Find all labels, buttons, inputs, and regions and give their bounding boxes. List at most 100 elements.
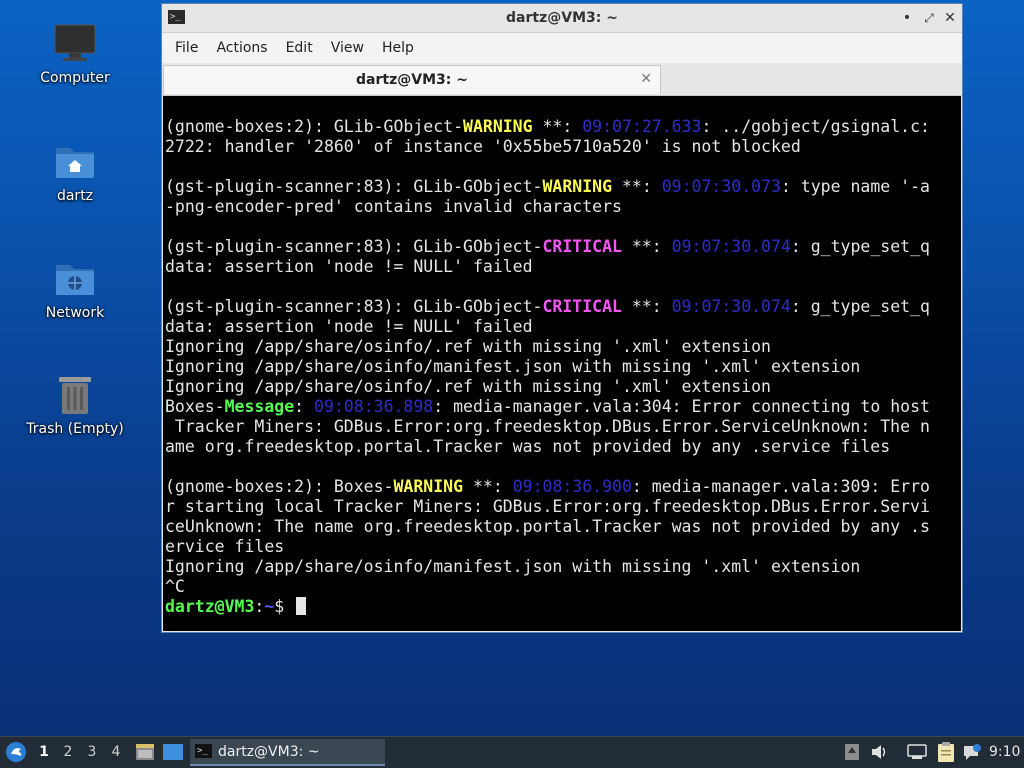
terminal-text: **: (621, 297, 672, 316)
terminal-text: (gst-plugin-scanner:83): GLib-GObject- (165, 237, 543, 256)
close-button[interactable]: ✕ (941, 9, 959, 27)
terminal-line: ceUnknown: The name org.freedesktop.port… (165, 517, 961, 537)
terminal-text: 2722: handler '2860' of instance '0x55be… (165, 137, 801, 156)
terminal-line: data: assertion 'node != NULL' failed (165, 317, 961, 337)
tab-bar: dartz@VM3: ~ ✕ (162, 63, 962, 96)
workspace-2[interactable]: 2 (60, 744, 76, 760)
trash-icon (53, 373, 97, 417)
prompt-symbol: $ (274, 597, 295, 616)
updates-icon[interactable] (844, 743, 860, 765)
terminal-ts-text: 09:07:30.074 (671, 237, 791, 256)
terminal-text: Boxes- (165, 397, 225, 416)
tab-close-icon[interactable]: ✕ (640, 71, 652, 87)
terminal-line: Ignoring /app/share/osinfo/manifest.json… (165, 557, 961, 577)
menu-actions[interactable]: Actions (207, 40, 276, 56)
desktop-icon-label: dartz (56, 188, 94, 204)
terminal-warn-text: WARNING (542, 177, 613, 196)
terminal-line: (gst-plugin-scanner:83): GLib-GObject-CR… (165, 297, 961, 317)
terminal-line: (gst-plugin-scanner:83): GLib-GObject-WA… (165, 177, 961, 197)
workspace-1[interactable]: 1 (36, 744, 52, 760)
workspace-3[interactable]: 3 (84, 744, 100, 760)
terminal-text: : media-manager.vala:309: Erro (631, 477, 930, 496)
terminal-line: Boxes-Message: 09:08:36.898: media-manag… (165, 397, 961, 417)
tab-label: dartz@VM3: ~ (356, 72, 468, 88)
terminal-line: ^C (165, 577, 961, 597)
desktop-icon-label: Trash (Empty) (26, 421, 124, 437)
window-title: dartz@VM3: ~ (506, 10, 618, 26)
terminal-text: -png-encoder-pred' contains invalid char… (165, 197, 622, 216)
terminal-text: Ignoring /app/share/osinfo/manifest.json… (165, 557, 861, 576)
terminal-window[interactable]: >_ dartz@VM3: ~ • ⤢ ✕ File Actions Edit … (161, 3, 963, 633)
show-desktop-icon[interactable] (162, 743, 184, 765)
terminal-msg-text: Message (224, 397, 295, 416)
window-titlebar[interactable]: >_ dartz@VM3: ~ • ⤢ ✕ (162, 4, 962, 33)
terminal-text: : g_type_set_q (790, 297, 930, 316)
start-menu-icon[interactable] (5, 741, 27, 763)
volume-icon[interactable] (870, 743, 890, 765)
terminal-line: 2722: handler '2860' of instance '0x55be… (165, 137, 961, 157)
terminal-text: Ignoring /app/share/osinfo/manifest.json… (165, 357, 861, 376)
taskbar-task-terminal[interactable]: >_ dartz@VM3: ~ (190, 739, 385, 766)
desktop-icon-home[interactable]: dartz (20, 140, 130, 204)
terminal-output[interactable]: (gnome-boxes:2): GLib-GObject-WARNING **… (163, 96, 961, 631)
terminal-text: Ignoring /app/share/osinfo/.ref with mis… (165, 337, 771, 356)
terminal-text: : media-manager.vala:304: Error connecti… (433, 397, 930, 416)
terminal-crit-text: CRITICAL (542, 237, 622, 256)
terminal-text: **: (532, 117, 583, 136)
terminal-text: : (294, 397, 315, 416)
terminal-line: (gnome-boxes:2): Boxes-WARNING **: 09:08… (165, 477, 961, 497)
terminal-icon: >_ (195, 744, 212, 758)
terminal-crit-text: CRITICAL (542, 297, 622, 316)
menu-view[interactable]: View (322, 40, 373, 56)
terminal-text: (gst-plugin-scanner:83): GLib-GObject- (165, 297, 543, 316)
terminal-line: Ignoring /app/share/osinfo/.ref with mis… (165, 377, 961, 397)
terminal-text: **: (612, 177, 662, 196)
terminal-line: ervice files (165, 537, 961, 557)
menu-file[interactable]: File (166, 40, 207, 56)
terminal-line: ame org.freedesktop.portal.Tracker was n… (165, 437, 961, 457)
terminal-text: ame org.freedesktop.portal.Tracker was n… (165, 437, 891, 456)
terminal-text: : ../gobject/gsignal.c: (701, 117, 930, 136)
terminal-text: data: assertion 'node != NULL' failed (165, 317, 533, 336)
desktop-icon-trash[interactable]: Trash (Empty) (20, 373, 130, 437)
terminal-text: (gnome-boxes:2): Boxes- (165, 477, 394, 496)
menu-edit[interactable]: Edit (277, 40, 322, 56)
notifications-icon[interactable] (962, 743, 982, 767)
taskbar: 1 2 3 4 >_ dartz@VM3: ~ 9:10 (0, 736, 1024, 768)
maximize-button[interactable]: ⤢ (920, 9, 938, 27)
clock[interactable]: 9:10 (989, 744, 1020, 760)
menubar: File Actions Edit View Help (162, 33, 962, 63)
terminal-line: -png-encoder-pred' contains invalid char… (165, 197, 961, 217)
terminal-text: **: (621, 237, 672, 256)
file-manager-icon[interactable] (135, 742, 155, 766)
terminal-ts-text: 09:08:36.898 (314, 397, 434, 416)
terminal-line: data: assertion 'node != NULL' failed (165, 257, 961, 277)
prompt-line[interactable]: dartz@VM3:~$ (165, 597, 961, 617)
desktop-icon-computer[interactable]: Computer (20, 22, 130, 86)
terminal-text: **: (463, 477, 513, 496)
monitor-icon (53, 22, 97, 66)
tab-terminal[interactable]: dartz@VM3: ~ ✕ (163, 65, 661, 94)
clipboard-icon[interactable] (936, 741, 956, 767)
terminal-text: data: assertion 'node != NULL' failed (165, 257, 533, 276)
workspace-4[interactable]: 4 (108, 744, 124, 760)
terminal-line: Ignoring /app/share/osinfo/manifest.json… (165, 357, 961, 377)
terminal-text: : g_type_set_q (790, 237, 930, 256)
network-icon[interactable] (906, 743, 928, 765)
terminal-ts-text: 09:07:30.074 (671, 297, 791, 316)
text-cursor (296, 597, 307, 615)
terminal-line: (gnome-boxes:2): GLib-GObject-WARNING **… (165, 117, 961, 137)
terminal-text: : type name '-a (780, 177, 930, 196)
menu-help[interactable]: Help (373, 40, 423, 56)
desktop-icon-label: Network (45, 305, 105, 321)
home-folder-icon (53, 140, 97, 184)
terminal-text: Ignoring /app/share/osinfo/.ref with mis… (165, 377, 771, 396)
terminal-warn-text: WARNING (463, 117, 533, 136)
terminal-line: (gst-plugin-scanner:83): GLib-GObject-CR… (165, 237, 961, 257)
minimize-button[interactable]: • (898, 9, 916, 27)
network-folder-icon (53, 257, 97, 301)
desktop-icon-network[interactable]: Network (20, 257, 130, 321)
